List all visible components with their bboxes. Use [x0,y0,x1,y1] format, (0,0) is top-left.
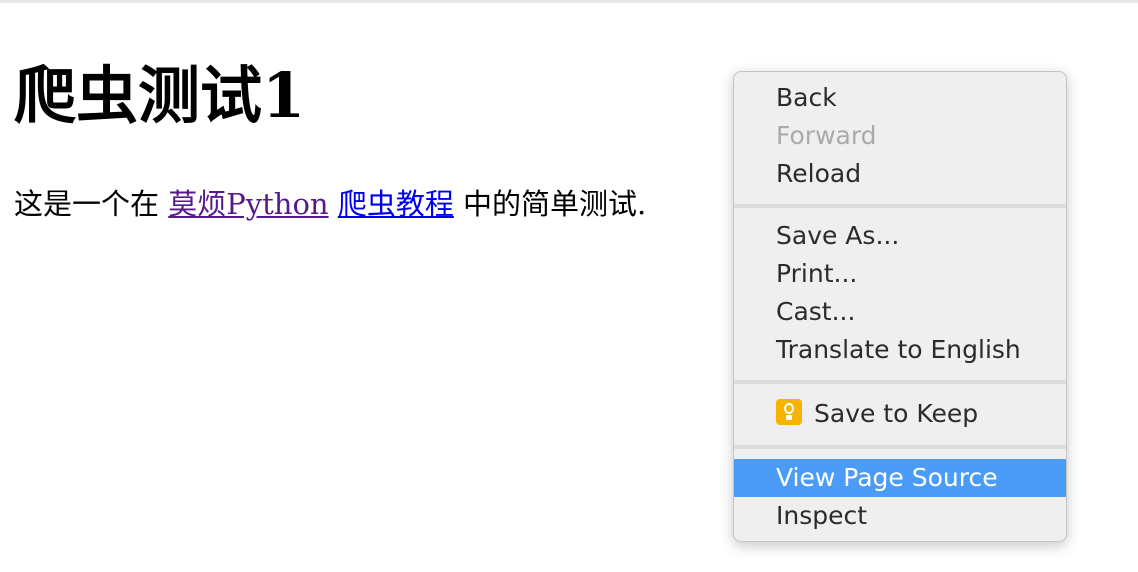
menu-item-back[interactable]: Back [734,79,1066,117]
menu-separator [734,204,1066,208]
intro-suffix: 中的简单测试. [453,187,647,221]
menu-item-cast[interactable]: Cast... [734,293,1066,331]
page-title: 爬虫测试1 [14,59,306,132]
link-gap [329,187,338,221]
intro-prefix: 这是一个在 [14,187,169,221]
menu-item-reload[interactable]: Reload [734,155,1066,193]
toolbar-divider [0,0,1138,3]
menu-separator [734,380,1066,384]
menu-item-save-to-keep[interactable]: Save to Keep [734,395,1066,433]
intro-paragraph: 这是一个在 莫烦Python 爬虫教程 中的简单测试. [14,184,646,224]
menu-item-translate[interactable]: Translate to English [734,331,1066,369]
menu-item-save-as[interactable]: Save As... [734,217,1066,255]
keep-lightbulb-icon [776,399,802,425]
menu-item-print[interactable]: Print... [734,255,1066,293]
context-menu: Back Forward Reload Save As... Print... … [733,71,1067,542]
menu-item-save-to-keep-label: Save to Keep [814,399,979,428]
mofan-python-link[interactable]: 莫烦Python [168,187,328,221]
menu-item-inspect[interactable]: Inspect [734,497,1066,535]
menu-item-view-page-source[interactable]: View Page Source [734,459,1066,497]
browser-page: 爬虫测试1 这是一个在 莫烦Python 爬虫教程 中的简单测试. Back F… [0,0,1138,572]
menu-separator [734,445,1066,449]
crawler-tutorial-link[interactable]: 爬虫教程 [338,187,454,221]
menu-item-forward: Forward [776,121,877,150]
